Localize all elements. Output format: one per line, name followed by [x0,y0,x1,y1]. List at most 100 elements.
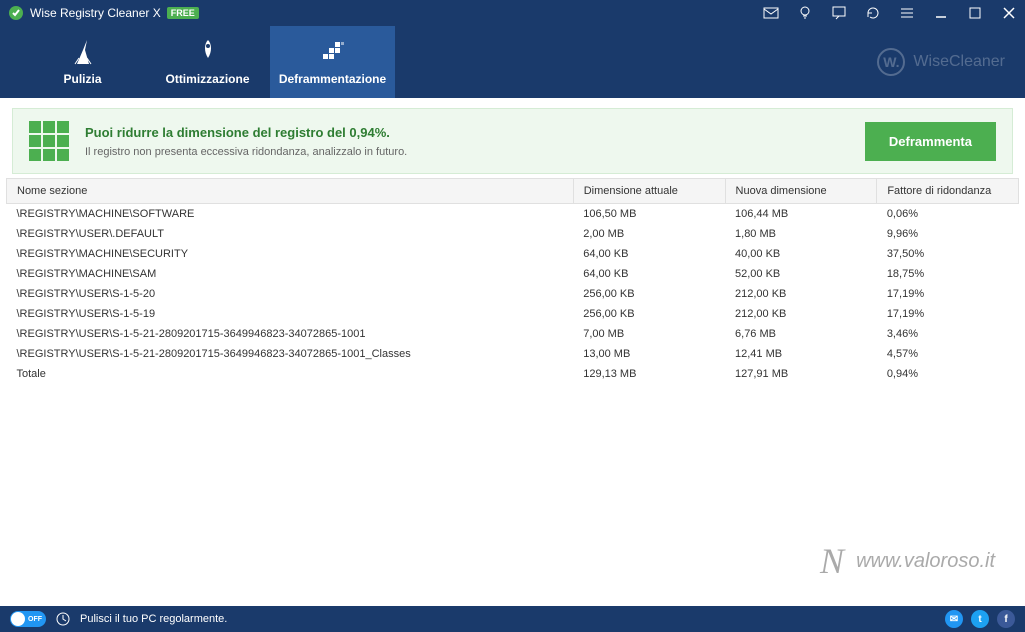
free-badge: FREE [167,7,199,19]
tab-label: Pulizia [63,72,101,86]
lightbulb-icon[interactable] [797,5,813,21]
mail-icon[interactable] [763,5,779,21]
header-name[interactable]: Nome sezione [7,179,574,204]
cell-current: 2,00 MB [573,224,725,244]
tab-deframmentazione[interactable]: Deframmentazione [270,26,395,98]
header-redundancy[interactable]: Fattore di ridondanza [877,179,1019,204]
cell-new: 212,00 KB [725,304,877,324]
defragment-button[interactable]: Deframmenta [865,122,996,161]
brand-circle-icon: W. [877,48,905,76]
app-icon [8,5,24,21]
cell-new: 6,76 MB [725,324,877,344]
app-title: Wise Registry Cleaner X [30,6,161,20]
minimize-icon[interactable] [933,5,949,21]
toggle-knob [11,612,25,626]
cell-current: 129,13 MB [573,364,725,384]
status-text: Pulisci il tuo PC regolarmente. [80,613,227,625]
cell-name: \REGISTRY\USER\S-1-5-19 [7,304,574,324]
cell-red: 17,19% [877,304,1019,324]
table-row[interactable]: Totale129,13 MB127,91 MB0,94% [7,364,1019,384]
tab-label: Ottimizzazione [165,72,249,86]
cell-new: 106,44 MB [725,204,877,225]
status-right: ✉ t f [945,610,1015,628]
cell-name: \REGISTRY\USER\S-1-5-20 [7,284,574,304]
menu-icon[interactable] [899,5,915,21]
cell-name: \REGISTRY\USER\S-1-5-21-2809201715-36499… [7,324,574,344]
titlebar-right [763,5,1017,21]
cell-red: 3,46% [877,324,1019,344]
table-row[interactable]: \REGISTRY\USER\S-1-5-21-2809201715-36499… [7,324,1019,344]
table-row[interactable]: \REGISTRY\MACHINE\SAM64,00 KB52,00 KB18,… [7,264,1019,284]
clock-icon [56,612,70,626]
tab-ottimizzazione[interactable]: Ottimizzazione [145,26,270,98]
banner-text: Puoi ridurre la dimensione del registro … [85,125,407,158]
header-current[interactable]: Dimensione attuale [573,179,725,204]
statusbar: OFF Pulisci il tuo PC regolarmente. ✉ t … [0,606,1025,632]
registry-table: Nome sezione Dimensione attuale Nuova di… [6,178,1019,384]
banner-subtitle: Il registro non presenta eccessiva ridon… [85,146,407,158]
banner-left: Puoi ridurre la dimensione del registro … [29,121,407,161]
cell-red: 0,06% [877,204,1019,225]
defrag-icon [319,38,347,66]
status-left: OFF Pulisci il tuo PC regolarmente. [10,611,227,627]
header-new[interactable]: Nuova dimensione [725,179,877,204]
cell-current: 64,00 KB [573,264,725,284]
cell-current: 106,50 MB [573,204,725,225]
cell-new: 40,00 KB [725,244,877,264]
titlebar: Wise Registry Cleaner X FREE [0,0,1025,26]
cell-name: \REGISTRY\USER\.DEFAULT [7,224,574,244]
cell-red: 17,19% [877,284,1019,304]
toggle-label: OFF [28,616,42,623]
watermark: N www.valoroso.it [820,540,995,582]
titlebar-left: Wise Registry Cleaner X FREE [8,5,199,21]
cell-new: 52,00 KB [725,264,877,284]
table-row[interactable]: \REGISTRY\USER\S-1-5-20256,00 KB212,00 K… [7,284,1019,304]
cell-name: \REGISTRY\MACHINE\SAM [7,264,574,284]
table-row[interactable]: \REGISTRY\MACHINE\SOFTWARE106,50 MB106,4… [7,204,1019,225]
toolbar: Pulizia Ottimizzazione Deframmentazione … [0,26,1025,98]
schedule-toggle[interactable]: OFF [10,611,46,627]
cell-current: 256,00 KB [573,304,725,324]
table-row[interactable]: \REGISTRY\USER\S-1-5-19256,00 KB212,00 K… [7,304,1019,324]
feedback-icon[interactable] [831,5,847,21]
close-icon[interactable] [1001,5,1017,21]
cell-new: 127,91 MB [725,364,877,384]
broom-icon [69,38,97,66]
cell-name: Totale [7,364,574,384]
cell-current: 7,00 MB [573,324,725,344]
cell-new: 1,80 MB [725,224,877,244]
cell-new: 12,41 MB [725,344,877,364]
refresh-icon[interactable] [865,5,881,21]
cell-red: 37,50% [877,244,1019,264]
table-header-row: Nome sezione Dimensione attuale Nuova di… [7,179,1019,204]
cell-red: 0,94% [877,364,1019,384]
tabs: Pulizia Ottimizzazione Deframmentazione [20,26,395,98]
cell-red: 4,57% [877,344,1019,364]
cell-new: 212,00 KB [725,284,877,304]
watermark-text: www.valoroso.it [856,550,995,573]
cell-red: 18,75% [877,264,1019,284]
cell-current: 256,00 KB [573,284,725,304]
tab-pulizia[interactable]: Pulizia [20,26,145,98]
social-facebook-icon[interactable]: f [997,610,1015,628]
cell-name: \REGISTRY\MACHINE\SECURITY [7,244,574,264]
cell-current: 13,00 MB [573,344,725,364]
rocket-icon [194,38,222,66]
banner-title: Puoi ridurre la dimensione del registro … [85,125,407,140]
cell-name: \REGISTRY\MACHINE\SOFTWARE [7,204,574,225]
table-row[interactable]: \REGISTRY\USER\.DEFAULT2,00 MB1,80 MB9,9… [7,224,1019,244]
brand-logo: W. WiseCleaner [877,48,1005,76]
social-mail-icon[interactable]: ✉ [945,610,963,628]
maximize-icon[interactable] [967,5,983,21]
table-row[interactable]: \REGISTRY\USER\S-1-5-21-2809201715-36499… [7,344,1019,364]
social-twitter-icon[interactable]: t [971,610,989,628]
grid-icon [29,121,69,161]
tab-label: Deframmentazione [279,72,386,86]
cell-name: \REGISTRY\USER\S-1-5-21-2809201715-36499… [7,344,574,364]
cell-red: 9,96% [877,224,1019,244]
cell-current: 64,00 KB [573,244,725,264]
table-row[interactable]: \REGISTRY\MACHINE\SECURITY64,00 KB40,00 … [7,244,1019,264]
result-banner: Puoi ridurre la dimensione del registro … [12,108,1013,174]
watermark-logo: N [820,540,844,582]
brand-text: WiseCleaner [913,53,1005,71]
